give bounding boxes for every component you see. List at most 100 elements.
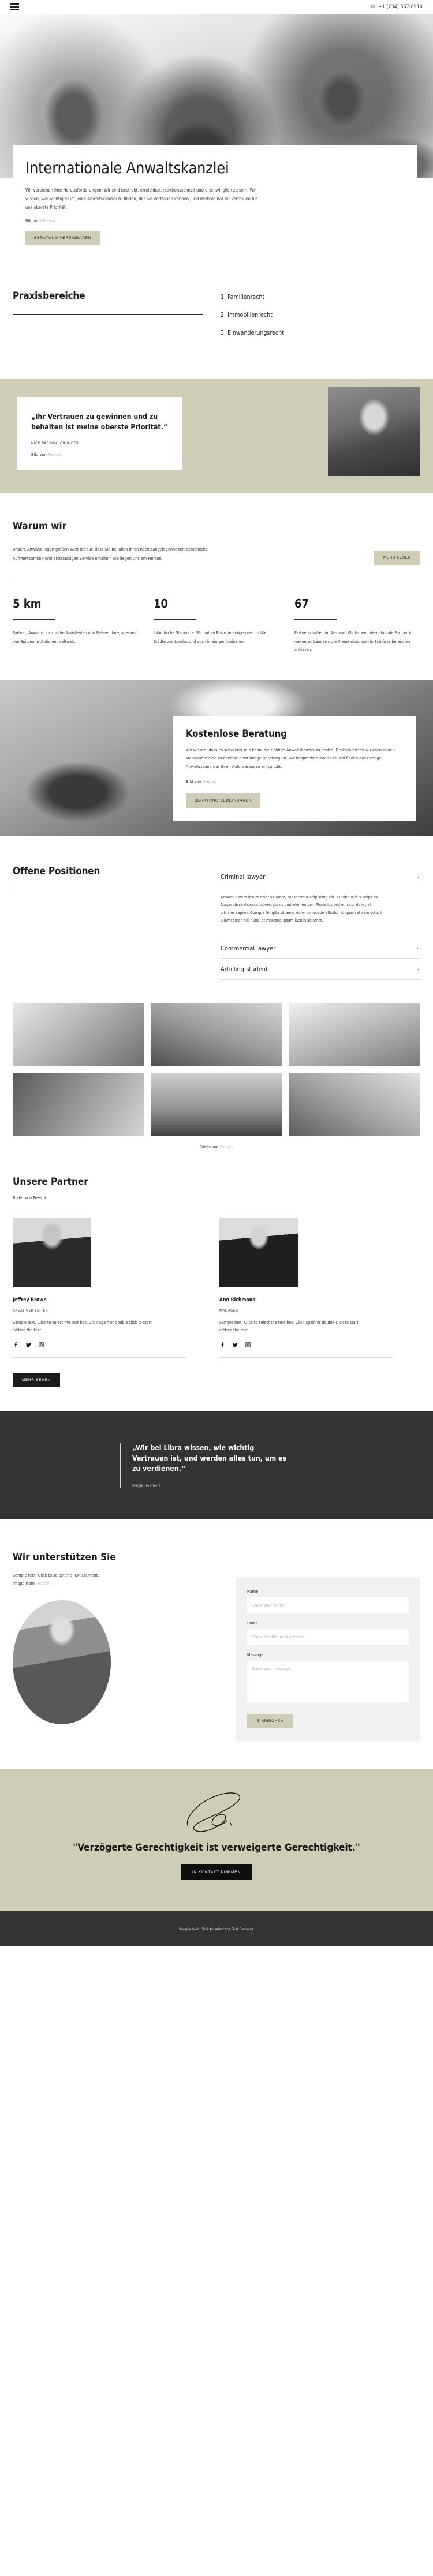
support-image-link[interactable]: Freepik	[36, 1581, 50, 1586]
twitter-icon[interactable]	[232, 1342, 238, 1348]
gallery-image[interactable]	[151, 1002, 282, 1066]
footer: Sample text. Click to select the Text El…	[0, 1911, 433, 1947]
testimonial-credit-link[interactable]: Freepik	[48, 452, 62, 457]
accordion-body: Answer. Lorem ipsum dolor sit amet, cons…	[221, 894, 384, 923]
why-us-section: Warum wir Unsere Anwälte legen großen We…	[0, 493, 433, 580]
partner-socials	[13, 1342, 186, 1348]
form-group-email: Email	[247, 1620, 409, 1645]
see-more-button[interactable]: MEHR SEHEN	[13, 1373, 60, 1388]
cta-quote: "Verzögerte Gerechtigkeit ist verweigert…	[73, 1841, 360, 1854]
dark-quote-section: „Wir bei Libra wissen, wie wichtig Vertr…	[0, 1411, 433, 1519]
instagram-icon[interactable]	[245, 1342, 251, 1348]
message-label: Message	[247, 1652, 264, 1657]
support-heading: Wir unterstützen Sie	[13, 1551, 116, 1563]
phone-number: +1 (234) 567-8910	[378, 4, 423, 10]
phone-link[interactable]: ☎ +1 (234) 567-8910	[370, 4, 423, 10]
partner-role: KREATIVER LEITER	[13, 1308, 48, 1313]
quote-accent-bar	[120, 1443, 121, 1488]
list-item[interactable]: 1. Familienrecht	[221, 294, 284, 301]
stat-divider	[13, 619, 55, 620]
dark-quote: „Wir bei Libra wissen, wie wichtig Vertr…	[132, 1444, 287, 1473]
form-group-message: Message	[247, 1652, 409, 1705]
name-label: Name	[247, 1588, 259, 1594]
list-item[interactable]: 2. Immobilienrecht	[221, 312, 284, 319]
chevron-down-icon[interactable]: ⌄	[416, 945, 420, 951]
partner-name: Jeffrey Brown	[13, 1297, 47, 1303]
twitter-icon[interactable]	[25, 1342, 32, 1348]
gallery-credit-link[interactable]: Freepik	[220, 1144, 234, 1150]
stats-section: 5 km Partner, Anwälte, juristische Assis…	[0, 579, 433, 680]
open-positions-section: Offene Positionen Criminal lawyer ⌄ Answ…	[0, 836, 433, 1003]
partner-role: MANAGER	[219, 1308, 238, 1313]
form-group-name: Name	[247, 1589, 409, 1613]
stat-description: Partner, Anwälte, juristische Assistente…	[13, 630, 137, 644]
practice-areas-section: Praxisbereiche 1. Familienrecht 2. Immob…	[0, 260, 433, 375]
chevron-down-icon[interactable]: ⌄	[416, 966, 420, 972]
divider	[219, 1357, 393, 1358]
support-text: Sample text. Click to select the Text El…	[13, 1571, 221, 1587]
dark-quote-text: „Wir bei Libra wissen, wie wichtig Vertr…	[132, 1443, 291, 1487]
why-us-body: Unsere Anwälte legen großen Wert darauf,…	[13, 546, 208, 561]
stat-divider	[294, 619, 337, 620]
gallery-image[interactable]	[151, 1072, 282, 1136]
stat-number: 67	[294, 597, 309, 611]
practice-areas-heading: Praxisbereiche	[13, 290, 85, 302]
consultation-heading: Kostenlose Beratung	[186, 728, 287, 739]
signature-icon	[186, 1792, 240, 1832]
partner-socials	[219, 1342, 393, 1348]
cta-band: "Verzögerte Gerechtigkeit ist verweigert…	[0, 1768, 433, 1911]
stat-number: 10	[154, 597, 169, 611]
hero-body: Wir verstehen Ihre Herausforderungen. Wi…	[25, 187, 257, 211]
avatar	[13, 1217, 91, 1287]
hero-credit-link[interactable]: Freepik	[42, 218, 56, 223]
support-section: Wir unterstützen Sie Sample text. Click …	[0, 1519, 433, 1769]
consultation-card: Kostenlose Beratung Wir wissen, dass es …	[173, 715, 416, 821]
hero-credit: Bild von Freepik	[25, 218, 404, 223]
email-field[interactable]	[247, 1628, 409, 1645]
facebook-icon[interactable]	[13, 1342, 19, 1348]
testimonial-credit: Bild von Freepik	[31, 452, 168, 457]
gallery-image[interactable]	[13, 1002, 144, 1066]
partners-grid: Jeffrey Brown KREATIVER LEITER Sample te…	[13, 1217, 420, 1358]
accordion-item-criminal-lawyer: Criminal lawyer ⌄ Answer. Lorem ipsum do…	[221, 867, 420, 938]
facebook-icon[interactable]	[219, 1342, 226, 1348]
submit-button[interactable]: EINREICHEN	[247, 1713, 293, 1728]
gallery-image[interactable]	[289, 1002, 420, 1066]
hero-credit-prefix: Bild von	[25, 218, 42, 224]
accordion-header[interactable]: Commercial lawyer ⌄	[221, 938, 420, 958]
hero-card: Internationale Anwaltskanzlei Wir verste…	[13, 145, 417, 261]
list-item[interactable]: 3. Einwanderungsrecht	[221, 330, 284, 336]
consultation-section: Kostenlose Beratung Wir wissen, dass es …	[0, 679, 433, 836]
partners-section: Unsere Partner Bilder von Freepik Jeffre…	[0, 1150, 433, 1388]
accordion-header[interactable]: Articling student ⌄	[221, 959, 420, 979]
stat-divider	[154, 619, 196, 620]
get-in-touch-button[interactable]: IN KONTAKT KOMMEN	[180, 1864, 253, 1881]
gallery-credit-prefix: Bilder von	[199, 1144, 220, 1150]
stat-item: 5 km Partner, Anwälte, juristische Assis…	[13, 597, 139, 654]
consultation-cta-button[interactable]: BERATUNG VEREINBAREN	[186, 793, 261, 808]
why-us-row: Unsere Anwälte legen großen Wert darauf,…	[13, 545, 420, 566]
hamburger-icon[interactable]	[10, 3, 19, 10]
support-left: Wir unterstützen Sie Sample text. Click …	[13, 1552, 221, 1741]
consultation-credit-link[interactable]: Freepik	[203, 779, 216, 784]
gallery-image[interactable]	[289, 1072, 420, 1136]
partner-bio: Sample text. Click to select the text bo…	[219, 1319, 359, 1333]
testimonial-section: „Ihr Vertrauen zu gewinnen und zu behalt…	[0, 379, 433, 493]
read-more-button[interactable]: MEHR LESEN	[374, 551, 420, 566]
partners-heading: Unsere Partner	[13, 1175, 88, 1188]
chevron-down-icon[interactable]: ⌄	[416, 874, 420, 879]
stat-number: 5 km	[13, 597, 42, 611]
accordion-item-articling-student: Articling student ⌄	[221, 959, 420, 980]
divider	[13, 314, 203, 316]
name-field[interactable]	[247, 1597, 409, 1613]
message-field[interactable]	[247, 1660, 409, 1702]
hero-cta-button[interactable]: BERATUNG VEREINBAREN	[25, 231, 100, 246]
positions-accordion: Criminal lawyer ⌄ Answer. Lorem ipsum do…	[221, 866, 420, 980]
consultation-body: Wir wissen, dass es schwierig sein kann,…	[186, 747, 395, 770]
contact-form: Name Email Message EINREICHEN	[236, 1577, 420, 1741]
gallery-image[interactable]	[13, 1072, 144, 1136]
testimonial-image	[328, 387, 420, 477]
open-positions-heading: Offene Positionen	[13, 865, 100, 877]
instagram-icon[interactable]	[38, 1342, 44, 1348]
accordion-header[interactable]: Criminal lawyer ⌄	[221, 867, 420, 887]
